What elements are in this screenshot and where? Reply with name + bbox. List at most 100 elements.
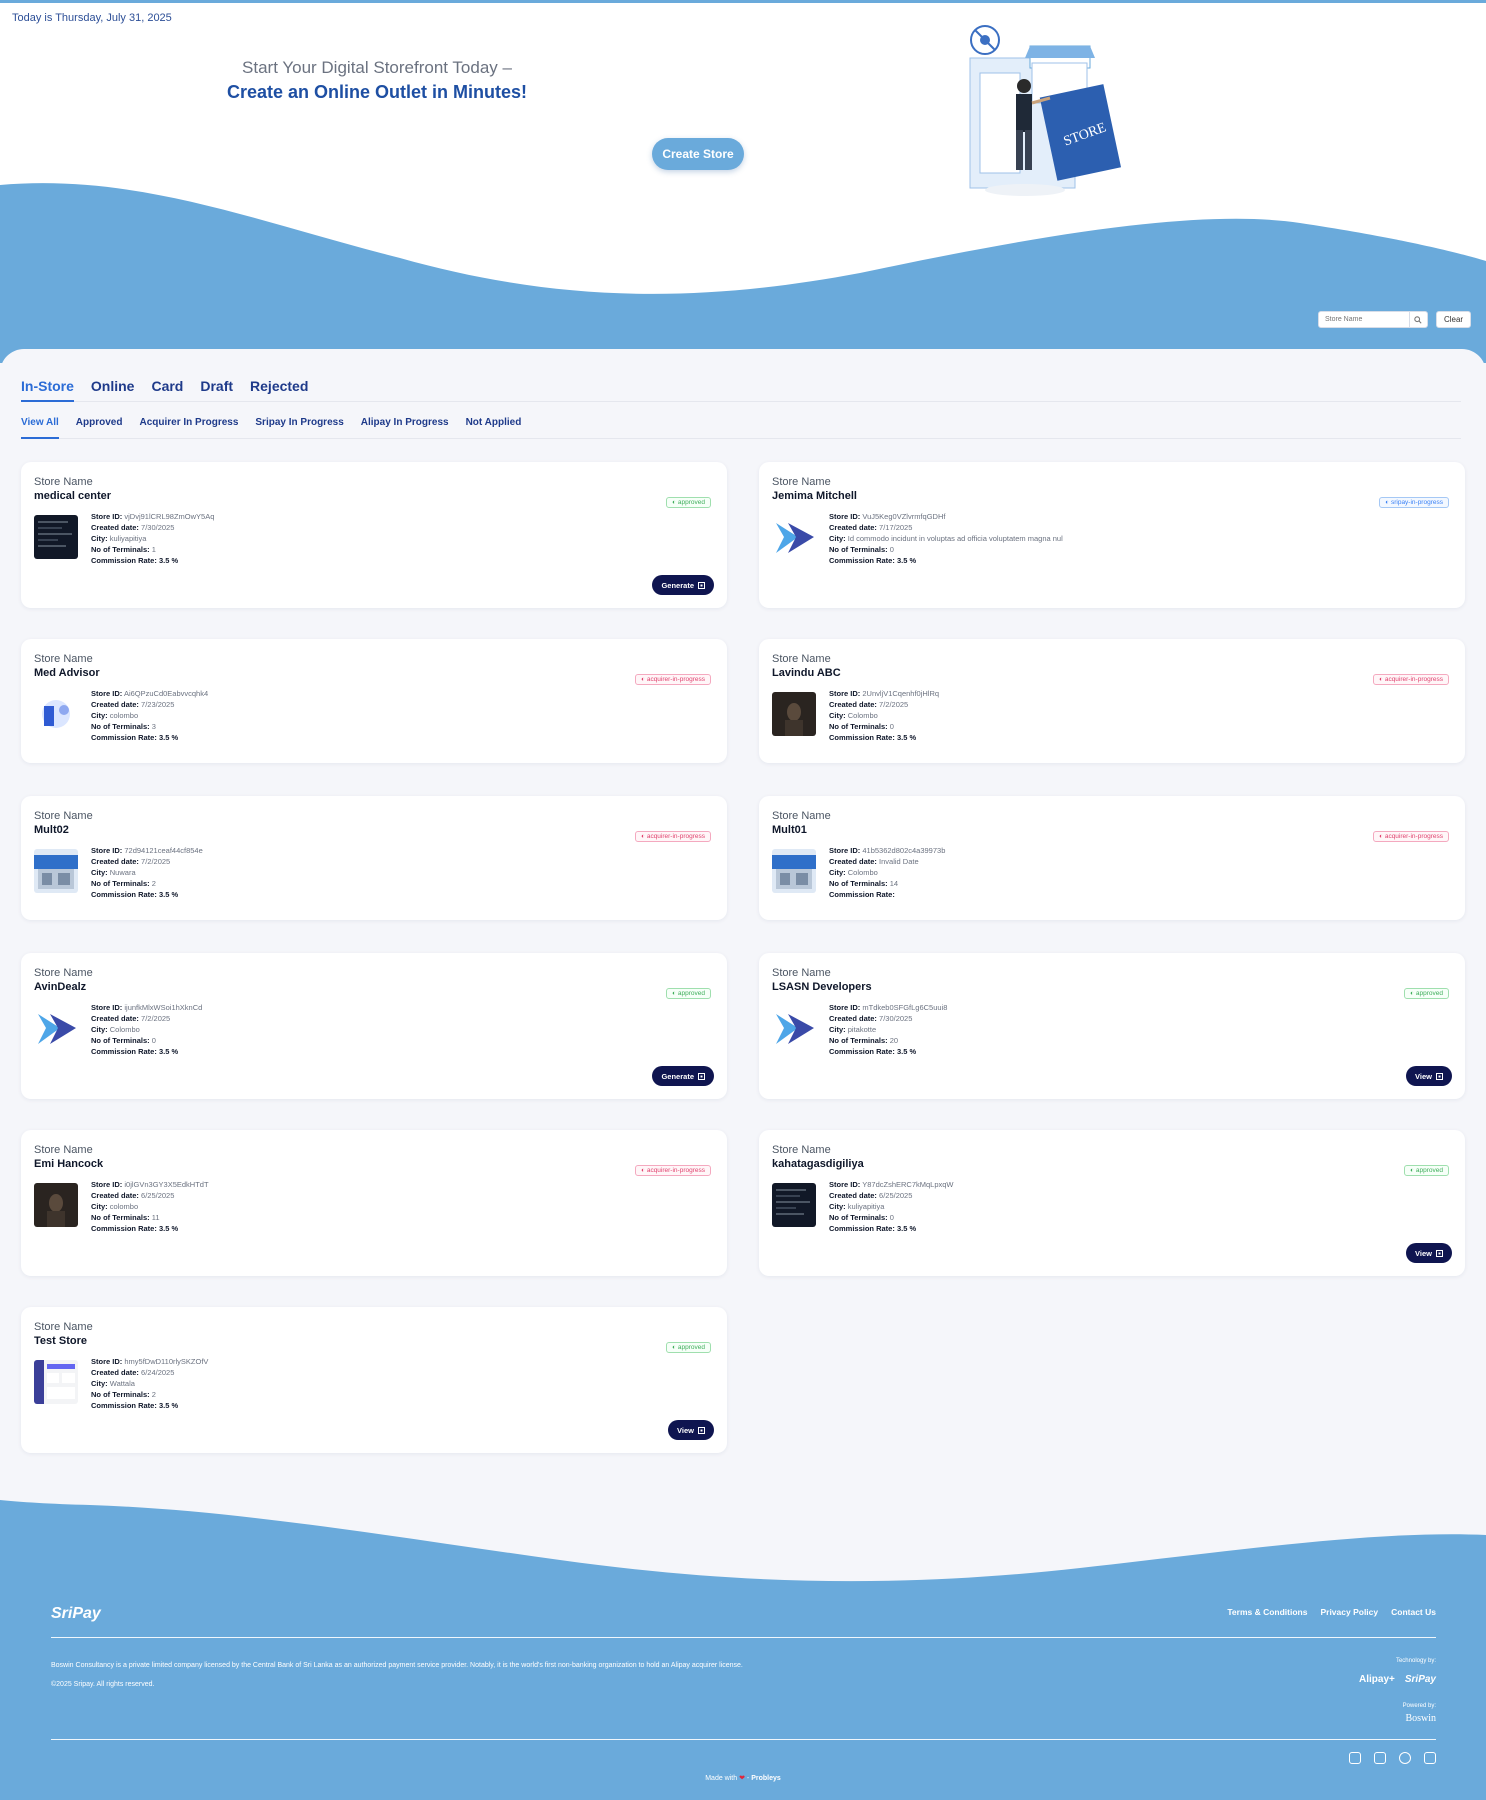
status-icon: ◐ [672,990,677,997]
city-label: City: [829,711,846,720]
subtab-approved[interactable]: Approved [76,417,123,439]
terminals-value: 20 [889,1036,899,1045]
facebook-icon[interactable] [1374,1752,1386,1764]
store-card[interactable]: Store Name LSASN Developers Store ID: mTdk… [759,953,1465,1099]
store-card[interactable]: Store Name Lavindu ABC Store ID: 2UnvljV1C… [759,639,1465,763]
subtab-not-applied[interactable]: Not Applied [466,417,522,439]
tab-rejected[interactable]: Rejected [250,378,308,402]
status-icon: ◐ [1410,1167,1415,1174]
status-badge: ◐ acquirer-in-progress [635,1165,711,1176]
terms-link[interactable]: Terms & Conditions [1227,1607,1307,1617]
created-date-label: Created date: [829,1014,877,1023]
action-label: Generate [661,580,694,590]
subtab-alipay-in-progress[interactable]: Alipay In Progress [361,417,449,439]
social-links [1349,1752,1436,1764]
status-text: acquirer-in-progress [1384,676,1443,683]
store-card[interactable]: Store Name Mult01 Store ID: 41b5362d802c4a… [759,796,1465,920]
footer-copyright: ©2025 Sripay. All rights reserved. [51,1681,155,1688]
clear-button[interactable]: Clear [1436,311,1471,328]
store-thumbnail [34,515,78,559]
tab-online[interactable]: Online [91,378,135,402]
store-name-label: Store Name [772,810,831,822]
hero-wave [0,183,1486,363]
subtab-acquirer-in-progress[interactable]: Acquirer In Progress [139,417,238,439]
search-icon[interactable] [1409,312,1425,327]
view-button[interactable]: View [668,1420,714,1440]
store-details: Store ID: i0jlGVn3GY3X5EdkHTdT Created da… [91,1179,209,1234]
tab-card[interactable]: Card [151,378,183,402]
created-date-value: Invalid Date [879,857,919,866]
store-name: Test Store [34,1335,87,1347]
created-date-label: Created date: [91,1191,139,1200]
subtab-view-all[interactable]: View All [21,417,59,439]
store-thumbnail [34,1183,78,1227]
status-text: approved [677,990,705,997]
city-label: City: [91,534,108,543]
hero-headline-2: Create an Online Outlet in Minutes! [226,82,528,102]
city-label: City: [91,711,108,720]
status-badge: ◐ approved [666,1342,711,1353]
whatsapp-icon[interactable] [1399,1752,1411,1764]
city-label: City: [91,1379,108,1388]
store-card[interactable]: Store Name Emi Hancock Store ID: i0jlGVn3G… [21,1130,727,1276]
privacy-link[interactable]: Privacy Policy [1320,1607,1378,1617]
contact-link[interactable]: Contact Us [1391,1607,1436,1617]
store-card[interactable]: Store Name Test Store Store ID: hmy5fDwD11… [21,1307,727,1453]
store-search-input[interactable] [1319,312,1409,327]
store-id-value: Ai6QPzuCd0Eabvvcqhk4 [123,689,209,698]
city-label: City: [91,868,108,877]
created-date-label: Created date: [829,857,877,866]
instagram-icon[interactable] [1424,1752,1436,1764]
status-text: approved [1415,990,1443,997]
view-button[interactable]: View [1406,1243,1452,1263]
qr-code-icon [698,1426,705,1434]
generate-button[interactable]: Generate [652,1066,714,1086]
status-text: acquirer-in-progress [1384,833,1443,840]
create-store-button[interactable]: Create Store [652,138,744,170]
sripay-logo[interactable]: SriPay [51,1605,101,1623]
store-card[interactable]: Store Name Med Advisor Store ID: Ai6QPzuCd… [21,639,727,763]
subtab-sripay-in-progress[interactable]: Sripay In Progress [255,417,343,439]
action-label: Generate [661,1071,694,1081]
store-card[interactable]: Store Name kahatagasdigiliya Store ID: Y87… [759,1130,1465,1276]
terminals-value: 0 [889,545,894,554]
city-label: City: [829,1025,846,1034]
store-details: Store ID: vjDvj91lCRL98ZmOwY5Aq Created d… [91,511,214,566]
commission-value: 3.5 % [896,1224,917,1233]
created-date-value: 7/30/2025 [879,1014,913,1023]
store-card[interactable]: Store Name Jemima Mitchell Store ID: VuJ5K… [759,462,1465,608]
store-details: Store ID: Y87dcZshERC7kMqLpxqW Created da… [829,1179,954,1234]
terminals-label: No of Terminals: [91,545,150,554]
store-id-label: Store ID: [91,846,123,855]
youtube-icon[interactable] [1349,1752,1361,1764]
store-thumbnail [772,692,816,736]
store-details: Store ID: VuJ5Keg0VZlvrmfqGDHf Created da… [829,511,1063,566]
store-card[interactable]: Store Name medical center Store ID: vjDvj9… [21,462,727,608]
commission-label: Commission Rate: [829,733,895,742]
store-thumbnail [34,692,78,736]
created-date-value: 7/17/2025 [879,523,913,532]
qr-code-icon [698,581,705,589]
action-label: View [1415,1071,1432,1081]
tab-in-store[interactable]: In-Store [21,378,74,402]
store-id-label: Store ID: [91,1180,123,1189]
terminals-label: No of Terminals: [829,879,888,888]
status-badge: ◐ acquirer-in-progress [635,674,711,685]
terminals-label: No of Terminals: [829,545,888,554]
store-name: AvinDealz [34,981,87,993]
store-card[interactable]: Store Name AvinDealz Store ID: ijunfkMlxWS… [21,953,727,1099]
status-text: acquirer-in-progress [646,833,705,840]
footer: SriPay Terms & Conditions Privacy Policy… [0,1480,1486,1800]
store-card[interactable]: Store Name Mult02 Store ID: 72d94121ceaf44… [21,796,727,920]
status-badge: ◐ approved [1404,1165,1449,1176]
store-name: medical center [34,490,112,502]
terminals-value: 0 [151,1036,156,1045]
tab-draft[interactable]: Draft [200,378,233,402]
store-id-value: i0jlGVn3GY3X5EdkHTdT [124,1180,209,1189]
maker-name[interactable]: Probleys [751,1775,781,1782]
generate-button[interactable]: Generate [652,575,714,595]
view-button[interactable]: View [1406,1066,1452,1086]
store-id-value: ijunfkMlxWSoi1hXknCd [124,1003,203,1012]
store-name: Mult02 [34,824,69,836]
created-date-label: Created date: [829,700,877,709]
